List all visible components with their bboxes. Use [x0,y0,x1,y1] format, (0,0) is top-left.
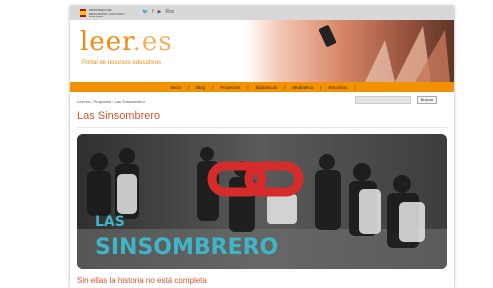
facebook-icon[interactable]: f [152,9,153,16]
site-logo[interactable]: leer.es [80,28,173,56]
site-tagline: Portal de recursos educativos [82,60,162,66]
nav-separator: | [354,84,356,90]
nav-item-recursos[interactable]: Recursos [326,85,349,90]
nav-separator: | [320,84,322,90]
nav-item-blog[interactable]: Blog [194,85,207,90]
nav-separator: | [187,84,190,90]
feature-image: LAS SINSOMBRERO [77,134,447,269]
feature-photo: LAS SINSOMBRERO [77,134,447,269]
page-subtitle: Sin ellas la historia no está completa [77,276,207,285]
book-pages-icon [365,26,450,82]
logo-main: leer [80,27,133,57]
nav-separator: | [247,84,249,90]
search-button[interactable]: Buscar [417,96,437,104]
nav-item-proyectos[interactable]: Proyectos [218,85,242,90]
spain-flag-icon [80,9,86,17]
twitter-icon[interactable]: 🐦 [142,9,148,16]
browser-page: MINISTERIO DE EDUCACIÓN, CULTURA Y DEPOR… [70,6,454,288]
ministry-name: MINISTERIO DE EDUCACIÓN, CULTURA Y DEPOR… [89,9,126,17]
rss-icon[interactable]: Rss [165,9,174,16]
top-bar: MINISTERIO DE EDUCACIÓN, CULTURA Y DEPOR… [70,6,454,20]
header-illustration [245,20,454,82]
nav-item-bibliotecas[interactable]: Bibliotecas [254,85,280,90]
main-nav: Inicio | Blog | Proyectos | Bibliotecas … [70,82,454,92]
page-title: Las Sinsombrero [77,110,161,122]
ministry-logo[interactable]: MINISTERIO DE EDUCACIÓN, CULTURA Y DEPOR… [80,8,138,18]
title-divider [77,127,447,128]
breadcrumb[interactable]: Leer.es / Proyectos / Las Sinsombrero [77,99,145,104]
nav-item-inicio[interactable]: Inicio [168,85,183,90]
feature-text-las: LAS [95,214,125,230]
nav-item-mediateca[interactable]: Mediateca [290,85,315,90]
youtube-icon[interactable]: ▶ [158,9,162,16]
search-input[interactable] [355,96,411,104]
nav-separator: | [284,84,286,90]
feature-text-sinsombrero: SINSOMBRERO [95,235,278,260]
nav-separator: | [212,84,214,90]
social-links: 🐦 f ▶ Rss [142,9,174,16]
site-header: leer.es Portal de recursos educativos [70,20,454,82]
logo-domain: .es [132,27,173,57]
